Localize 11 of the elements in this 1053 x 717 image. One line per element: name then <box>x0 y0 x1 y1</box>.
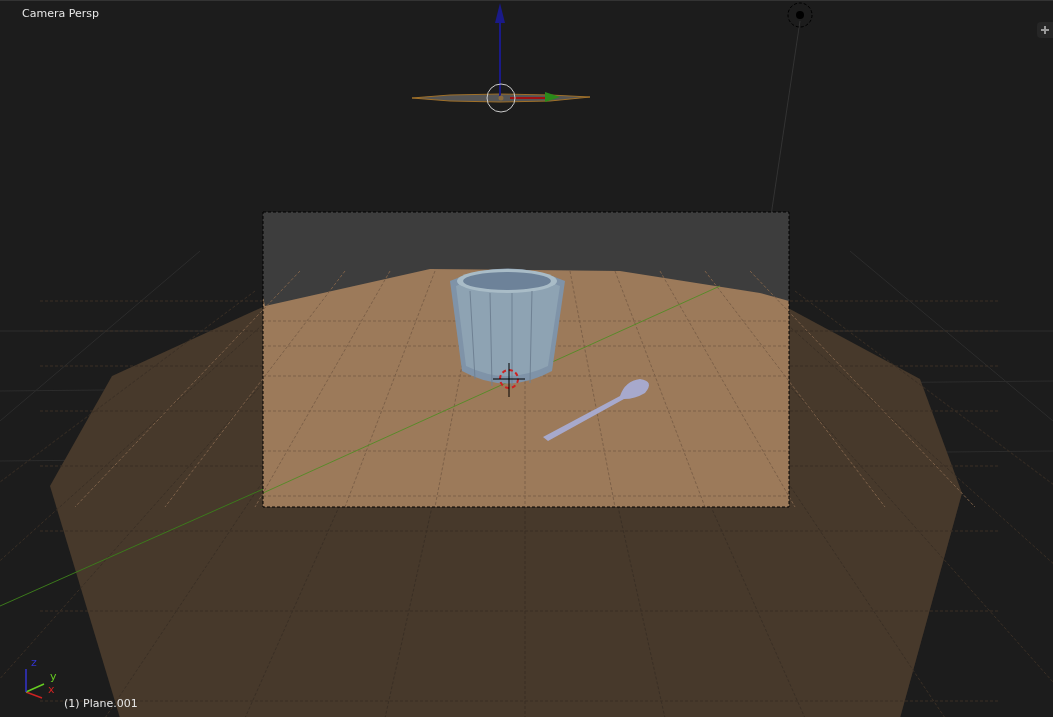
axis-label: y <box>50 670 57 683</box>
transform-gizmo-drawing[interactable] <box>411 3 591 113</box>
plus-icon <box>1040 25 1050 35</box>
object-label: (1) Plane.001 <box>64 697 138 710</box>
lamp-icon <box>787 2 813 28</box>
3d-cursor-icon <box>492 362 526 398</box>
axis-label: x <box>48 683 55 696</box>
axis-label: z <box>31 656 37 669</box>
add-button[interactable] <box>1037 22 1053 38</box>
view-label: Camera Persp <box>22 7 99 20</box>
axis-icon <box>25 668 45 699</box>
